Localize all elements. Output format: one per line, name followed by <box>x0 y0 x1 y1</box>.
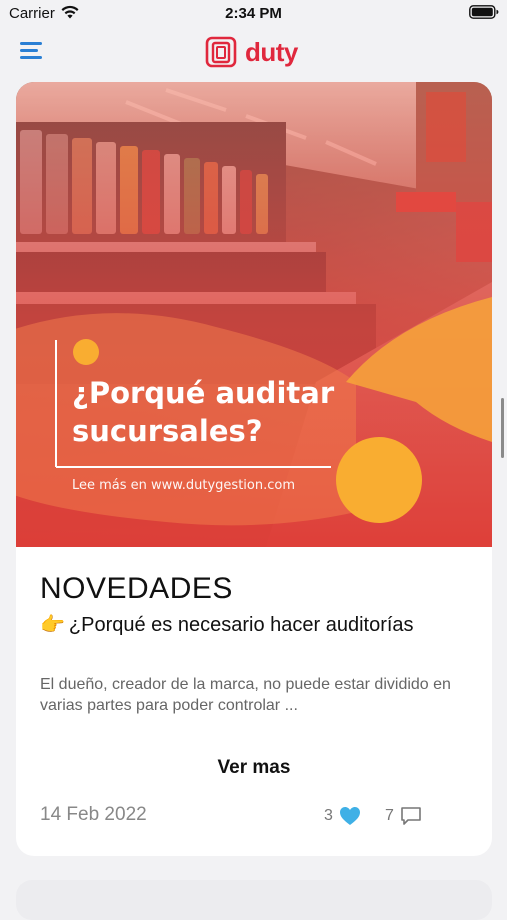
comment-icon <box>401 807 421 825</box>
like-button[interactable]: 3 <box>324 806 361 826</box>
post-description: El dueño, creador de la marca, no puede … <box>40 676 451 714</box>
comment-button[interactable]: 7 <box>385 806 422 826</box>
post-subtitle: 👉 ¿Porqué es necesario hacer auditorías <box>40 612 414 637</box>
clock: 2:34 PM <box>225 5 282 22</box>
duty-logo-icon <box>205 36 237 68</box>
status-bar: Carrier 2:34 PM <box>0 0 507 28</box>
image-caption: Lee más en www.dutygestion.com <box>72 478 295 493</box>
battery-icon <box>469 5 499 24</box>
like-count: 3 <box>324 807 333 824</box>
pointing-hand-icon: 👉 <box>40 614 65 636</box>
duty-logo: duty <box>205 36 298 68</box>
comment-count: 7 <box>385 807 394 824</box>
scrollbar[interactable] <box>501 398 504 458</box>
post-image[interactable]: ¿Porqué auditar sucursales? Lee más en w… <box>16 82 492 547</box>
image-headline: ¿Porqué auditar sucursales? <box>72 376 335 448</box>
post-subtitle-text: ¿Porqué es necesario hacer auditorías <box>68 614 414 636</box>
logo-text: duty <box>245 36 298 67</box>
heart-icon <box>339 807 360 825</box>
post-date: 14 Feb 2022 <box>40 804 147 825</box>
next-post-card[interactable] <box>16 880 492 920</box>
post-card[interactable]: ¿Porqué auditar sucursales? Lee más en w… <box>16 82 492 856</box>
see-more-button[interactable]: Ver mas <box>16 757 492 779</box>
post-title: NOVEDADES <box>40 572 233 605</box>
app-header: duty <box>0 28 507 74</box>
hamburger-menu-icon[interactable] <box>20 42 44 62</box>
